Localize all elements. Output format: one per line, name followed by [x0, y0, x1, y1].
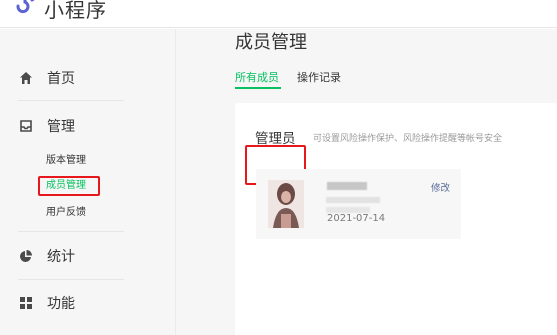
next-card [235, 281, 557, 335]
sidebar-item-label: 首页 [47, 71, 75, 87]
member-name-redacted [327, 182, 367, 190]
inbox-icon [18, 118, 34, 134]
sidebar-item-label: 管理 [47, 119, 75, 135]
admin-section-title: 管理员 [255, 131, 296, 147]
sidebar-item-features[interactable]: 功能 [18, 288, 124, 318]
pie-chart-icon [18, 248, 34, 264]
sidebar-divider [18, 100, 124, 101]
tab-all-members[interactable]: 所有成员 [235, 69, 279, 85]
sidebar-item-user-feedback[interactable]: 用户反馈 [46, 206, 86, 220]
sidebar: 首页 管理 版本管理 成员管理 用户反馈 统计 功能 [0, 29, 176, 335]
sidebar-divider [18, 279, 124, 280]
mini-program-logo-icon [16, 0, 35, 14]
avatar [268, 180, 304, 228]
highlight-box [38, 176, 100, 196]
tab-operation-log[interactable]: 操作记录 [297, 69, 341, 85]
sidebar-item-manage[interactable]: 管理 [18, 111, 124, 141]
member-info-redacted [326, 197, 380, 203]
sidebar-item-version-management[interactable]: 版本管理 [46, 154, 86, 168]
top-bar: 小程序 [0, 0, 557, 28]
tab-active-indicator [235, 87, 281, 89]
grid-icon [18, 295, 34, 311]
sidebar-item-label: 功能 [47, 296, 75, 312]
app-title: 小程序 [44, 0, 107, 22]
home-icon [18, 70, 34, 86]
sidebar-item-label: 统计 [47, 249, 75, 265]
admin-description: 可设置风险操作保护、风险操作提醒等帐号安全 [313, 134, 503, 144]
sidebar-divider [18, 231, 124, 232]
member-date: 2021-07-14 [327, 213, 386, 224]
page-title: 成员管理 [235, 32, 307, 53]
sidebar-item-statistics[interactable]: 统计 [18, 241, 124, 271]
sidebar-item-home[interactable]: 首页 [18, 63, 124, 93]
edit-link[interactable]: 修改 [431, 180, 450, 194]
